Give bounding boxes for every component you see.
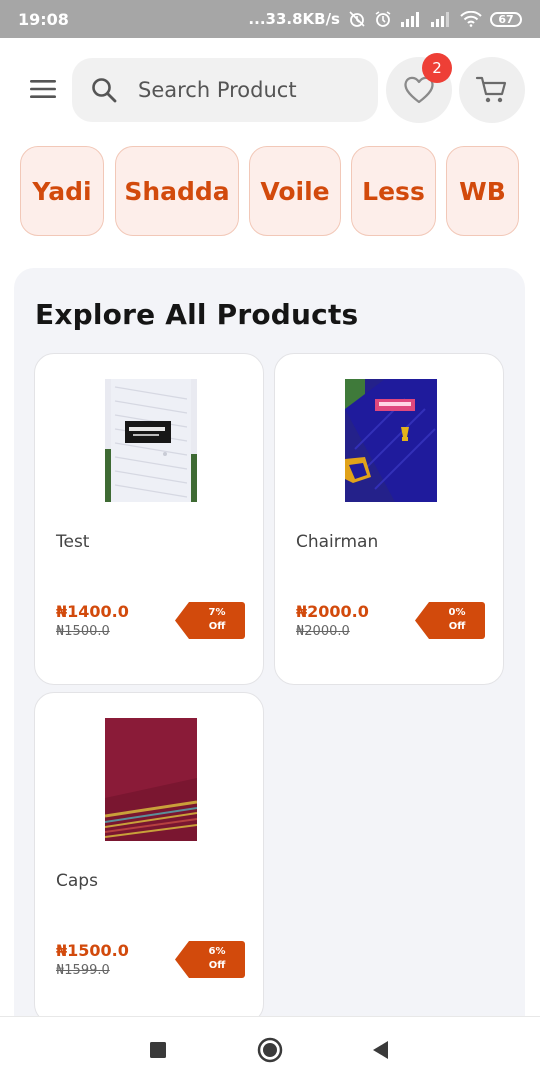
product-old-price: ₦2000.0 [296,624,350,639]
signal-icon [430,11,452,27]
category-label: Less [362,176,425,206]
discount-tag: 6% Off [175,941,245,978]
discount-suffix: Off [448,621,466,632]
category-label: Shadda [124,176,230,206]
category-chip-shadda[interactable]: Shadda [115,146,239,236]
menu-button[interactable] [22,72,66,106]
search-icon [92,78,117,103]
battery-icon: 67 [490,11,522,27]
product-image [105,718,197,841]
category-list: Yadi Shadda Voile Less WB [0,146,540,238]
discount-tag: 7% Off [175,602,245,639]
category-label: Voile [260,176,330,206]
network-speed: ...33.8KB/s [248,10,340,28]
discount-value: 6% [208,946,226,957]
category-chip-less[interactable]: Less [351,146,436,236]
wifi-icon [460,11,482,27]
alarm-off-icon [348,10,366,28]
product-name: Caps [56,871,98,891]
cart-button[interactable] [459,57,525,123]
category-label: Yadi [32,176,92,206]
section-title: Explore All Products [35,298,359,331]
product-old-price: ₦1599.0 [56,963,110,978]
status-time: 19:08 [18,9,69,29]
signal-icon [400,11,422,27]
product-old-price: ₦1500.0 [56,624,110,639]
search-bar[interactable] [72,58,378,122]
home-circle-icon[interactable] [255,1035,285,1065]
menu-icon [30,80,56,98]
explore-products-section: Explore All Products Test ₦1400.0 ₦1500.… [14,268,525,1028]
discount-suffix: Off [208,621,226,632]
back-triangle-icon[interactable] [366,1035,396,1065]
system-nav-bar [0,1016,540,1081]
product-price: ₦1500.0 [56,941,129,960]
product-name: Chairman [296,532,379,552]
search-input[interactable] [136,77,360,103]
product-card-test[interactable]: Test ₦1400.0 ₦1500.0 7% Off [34,353,264,685]
status-indicators: ...33.8KB/s 67 [248,10,522,28]
category-chip-yadi[interactable]: Yadi [20,146,104,236]
product-image [105,379,197,502]
recents-square-icon[interactable] [143,1035,173,1065]
discount-value: 7% [208,607,226,618]
product-card-chairman[interactable]: Chairman ₦2000.0 ₦2000.0 0% Off [274,353,504,685]
product-price: ₦2000.0 [296,602,369,621]
product-price: ₦1400.0 [56,602,129,621]
product-name: Test [56,532,90,552]
product-card-caps[interactable]: Caps ₦1500.0 ₦1599.0 6% Off [34,692,264,1024]
wishlist-count-badge: 2 [422,53,452,83]
alarm-icon [374,10,392,28]
discount-tag: 0% Off [415,602,485,639]
app-header: 2 [0,53,540,123]
discount-value: 0% [448,607,466,618]
category-chip-wb[interactable]: WB [446,146,519,236]
cart-icon [475,76,507,103]
category-label: WB [459,176,506,206]
product-image [345,379,437,502]
category-chip-voile[interactable]: Voile [249,146,341,236]
status-bar: 19:08 ...33.8KB/s 67 [0,0,540,38]
discount-suffix: Off [208,960,226,971]
